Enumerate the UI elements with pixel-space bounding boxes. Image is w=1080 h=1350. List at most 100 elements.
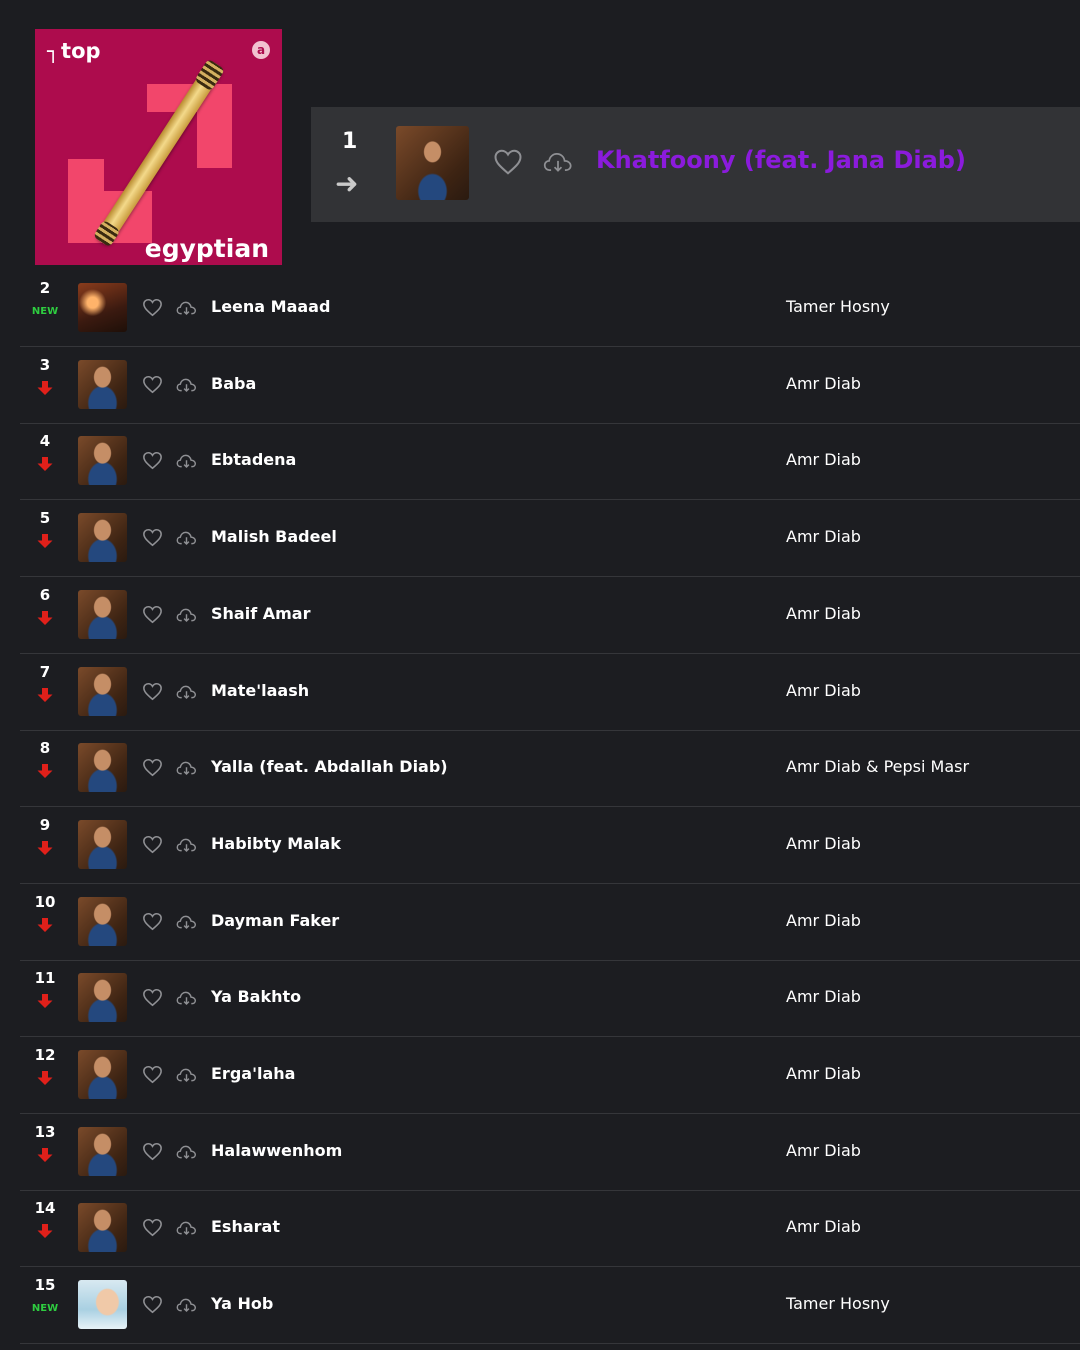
track-artist[interactable]: Amr Diab <box>786 1141 861 1160</box>
heart-icon[interactable] <box>142 605 163 624</box>
track-artist[interactable]: Amr Diab <box>786 681 861 700</box>
cloud-download-icon[interactable] <box>176 1067 197 1083</box>
heart-icon[interactable] <box>142 528 163 547</box>
heart-icon[interactable] <box>142 298 163 317</box>
track-row[interactable]: 14 Esharat Amr Diab <box>20 1190 1080 1267</box>
cloud-download-icon[interactable] <box>176 990 197 1006</box>
heart-icon[interactable] <box>142 912 163 931</box>
arrow-down-icon <box>37 994 53 1008</box>
track-title[interactable]: Mate'laash <box>211 681 309 700</box>
track-artist[interactable]: Amr Diab <box>786 911 861 930</box>
track-row[interactable]: 4 Ebtadena Amr Diab <box>20 423 1080 500</box>
track-title[interactable]: Dayman Faker <box>211 911 339 930</box>
track-artwork[interactable] <box>78 513 127 562</box>
track-title[interactable]: Malish Badeel <box>211 527 337 546</box>
featured-track-row[interactable]: 1 ➜ Khatfoony (feat. Jana Diab) <box>311 107 1080 222</box>
cloud-download-icon[interactable] <box>176 1297 197 1313</box>
track-artist[interactable]: Amr Diab <box>786 604 861 623</box>
cloud-download-icon[interactable] <box>176 453 197 469</box>
track-rank: 7 <box>39 663 51 681</box>
top-logo-text: top <box>61 39 101 63</box>
track-row[interactable]: 7 Mate'laash Amr Diab <box>20 654 1080 731</box>
track-row[interactable]: 11 Ya Bakhto Amr Diab <box>20 960 1080 1037</box>
cloud-download-icon[interactable] <box>176 1220 197 1236</box>
cloud-download-icon[interactable] <box>176 377 197 393</box>
heart-icon[interactable] <box>142 758 163 777</box>
track-row[interactable]: 10 Dayman Faker Amr Diab <box>20 884 1080 961</box>
track-artwork[interactable] <box>78 1280 127 1329</box>
track-artwork[interactable] <box>78 897 127 946</box>
track-artist[interactable]: Amr Diab <box>786 834 861 853</box>
track-artwork[interactable] <box>78 1203 127 1252</box>
track-title[interactable]: Ya Bakhto <box>211 987 301 1006</box>
track-rank: 6 <box>39 586 51 604</box>
track-rank: 12 <box>34 1046 56 1064</box>
heart-icon[interactable] <box>142 1142 163 1161</box>
track-title[interactable]: Erga'laha <box>211 1064 295 1083</box>
cloud-download-icon[interactable] <box>543 150 573 174</box>
track-row[interactable]: 15 NEW Ya Hob Tamer Hosny <box>20 1267 1080 1344</box>
track-artist[interactable]: Tamer Hosny <box>786 297 890 316</box>
track-row[interactable]: 3 Baba Amr Diab <box>20 347 1080 424</box>
track-title[interactable]: Ebtadena <box>211 450 296 469</box>
track-row[interactable]: 2 NEW Leena Maaad Tamer Hosny <box>20 270 1080 347</box>
track-artwork[interactable] <box>78 360 127 409</box>
heart-icon[interactable] <box>142 835 163 854</box>
track-row[interactable]: 6 Shaif Amar Amr Diab <box>20 577 1080 654</box>
arrow-down-icon <box>37 1224 53 1238</box>
arrow-down-icon <box>37 457 53 471</box>
track-title[interactable]: Esharat <box>211 1217 280 1236</box>
track-artwork[interactable] <box>78 743 127 792</box>
heart-icon[interactable] <box>142 1295 163 1314</box>
heart-icon[interactable] <box>142 1065 163 1084</box>
track-artwork[interactable] <box>78 667 127 716</box>
track-artwork[interactable] <box>78 1127 127 1176</box>
cloud-download-icon[interactable] <box>176 300 197 316</box>
heart-icon[interactable] <box>142 682 163 701</box>
track-title[interactable]: Shaif Amar <box>211 604 310 623</box>
track-title[interactable]: Ya Hob <box>211 1294 273 1313</box>
featured-track-title[interactable]: Khatfoony (feat. Jana Diab) <box>596 146 966 174</box>
track-row[interactable]: 5 Malish Badeel Amr Diab <box>20 500 1080 577</box>
track-artwork[interactable] <box>396 126 469 200</box>
heart-icon[interactable] <box>142 988 163 1007</box>
top-logo-icon: ┐ <box>47 39 60 63</box>
track-artwork[interactable] <box>78 590 127 639</box>
cloud-download-icon[interactable] <box>176 530 197 546</box>
cloud-download-icon[interactable] <box>176 760 197 776</box>
cloud-download-icon[interactable] <box>176 607 197 623</box>
new-badge: NEW <box>31 306 59 317</box>
cloud-download-icon[interactable] <box>176 914 197 930</box>
track-artwork[interactable] <box>78 973 127 1022</box>
track-artist[interactable]: Amr Diab & Pepsi Masr <box>786 757 969 776</box>
track-artist[interactable]: Amr Diab <box>786 1217 861 1236</box>
track-artist[interactable]: Amr Diab <box>786 374 861 393</box>
track-artwork[interactable] <box>78 1050 127 1099</box>
track-artist[interactable]: Amr Diab <box>786 987 861 1006</box>
cloud-download-icon[interactable] <box>176 837 197 853</box>
track-row[interactable]: 12 Erga'laha Amr Diab <box>20 1037 1080 1114</box>
track-artwork[interactable] <box>78 820 127 869</box>
cloud-download-icon[interactable] <box>176 684 197 700</box>
track-row[interactable]: 9 Habibty Malak Amr Diab <box>20 807 1080 884</box>
track-title[interactable]: Halawwenhom <box>211 1141 342 1160</box>
track-artist[interactable]: Amr Diab <box>786 1064 861 1083</box>
track-title[interactable]: Habibty Malak <box>211 834 341 853</box>
arrow-down-icon <box>37 688 53 702</box>
cloud-download-icon[interactable] <box>176 1144 197 1160</box>
track-artwork[interactable] <box>78 283 127 332</box>
track-row[interactable]: 13 Halawwenhom Amr Diab <box>20 1114 1080 1191</box>
track-artist[interactable]: Amr Diab <box>786 527 861 546</box>
track-title[interactable]: Yalla (feat. Abdallah Diab) <box>211 757 448 776</box>
heart-icon[interactable] <box>493 148 523 176</box>
track-rank: 15 <box>34 1276 56 1294</box>
track-artwork[interactable] <box>78 436 127 485</box>
heart-icon[interactable] <box>142 451 163 470</box>
heart-icon[interactable] <box>142 1218 163 1237</box>
track-title[interactable]: Baba <box>211 374 256 393</box>
track-artist[interactable]: Tamer Hosny <box>786 1294 890 1313</box>
track-title[interactable]: Leena Maaad <box>211 297 330 316</box>
heart-icon[interactable] <box>142 375 163 394</box>
track-row[interactable]: 8 Yalla (feat. Abdallah Diab) Amr Diab &… <box>20 730 1080 807</box>
track-artist[interactable]: Amr Diab <box>786 450 861 469</box>
